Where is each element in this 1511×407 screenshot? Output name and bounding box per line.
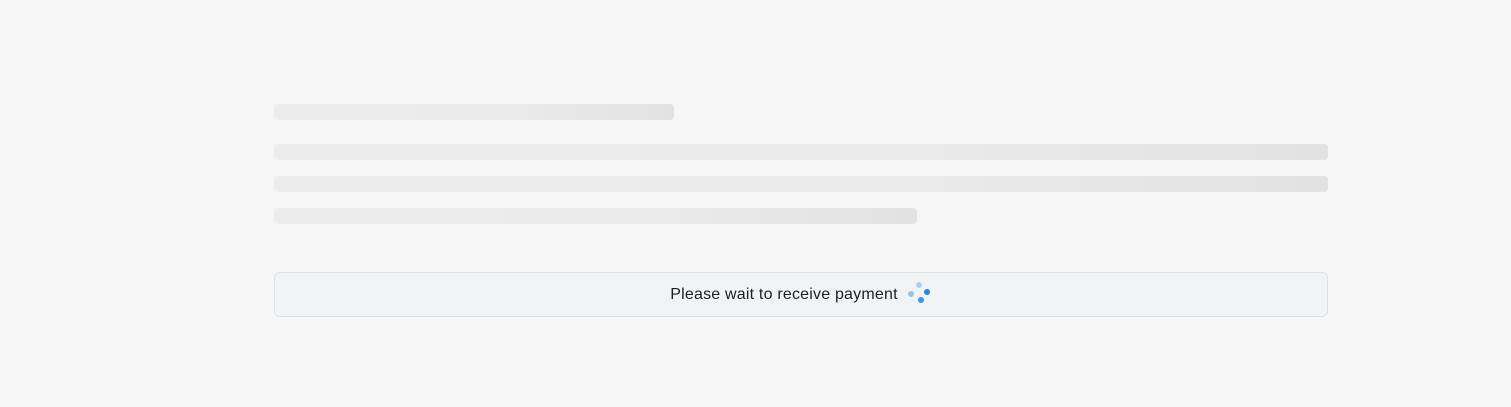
spinner-dot (915, 281, 922, 288)
spinner-dot (923, 288, 930, 295)
skeleton-text-line (274, 176, 1328, 192)
skeleton-text-line (274, 144, 1328, 160)
loading-spinner-icon (907, 281, 932, 306)
payment-status-box: Please wait to receive payment (274, 272, 1328, 317)
payment-waiting-page: Please wait to receive payment (0, 0, 1511, 407)
skeleton-text-line (274, 208, 917, 224)
skeleton-title-line (274, 104, 674, 120)
status-message: Please wait to receive payment (670, 285, 898, 303)
spinner-dot (917, 296, 924, 303)
loading-skeleton (274, 104, 1328, 224)
spinner-dot (907, 290, 914, 297)
